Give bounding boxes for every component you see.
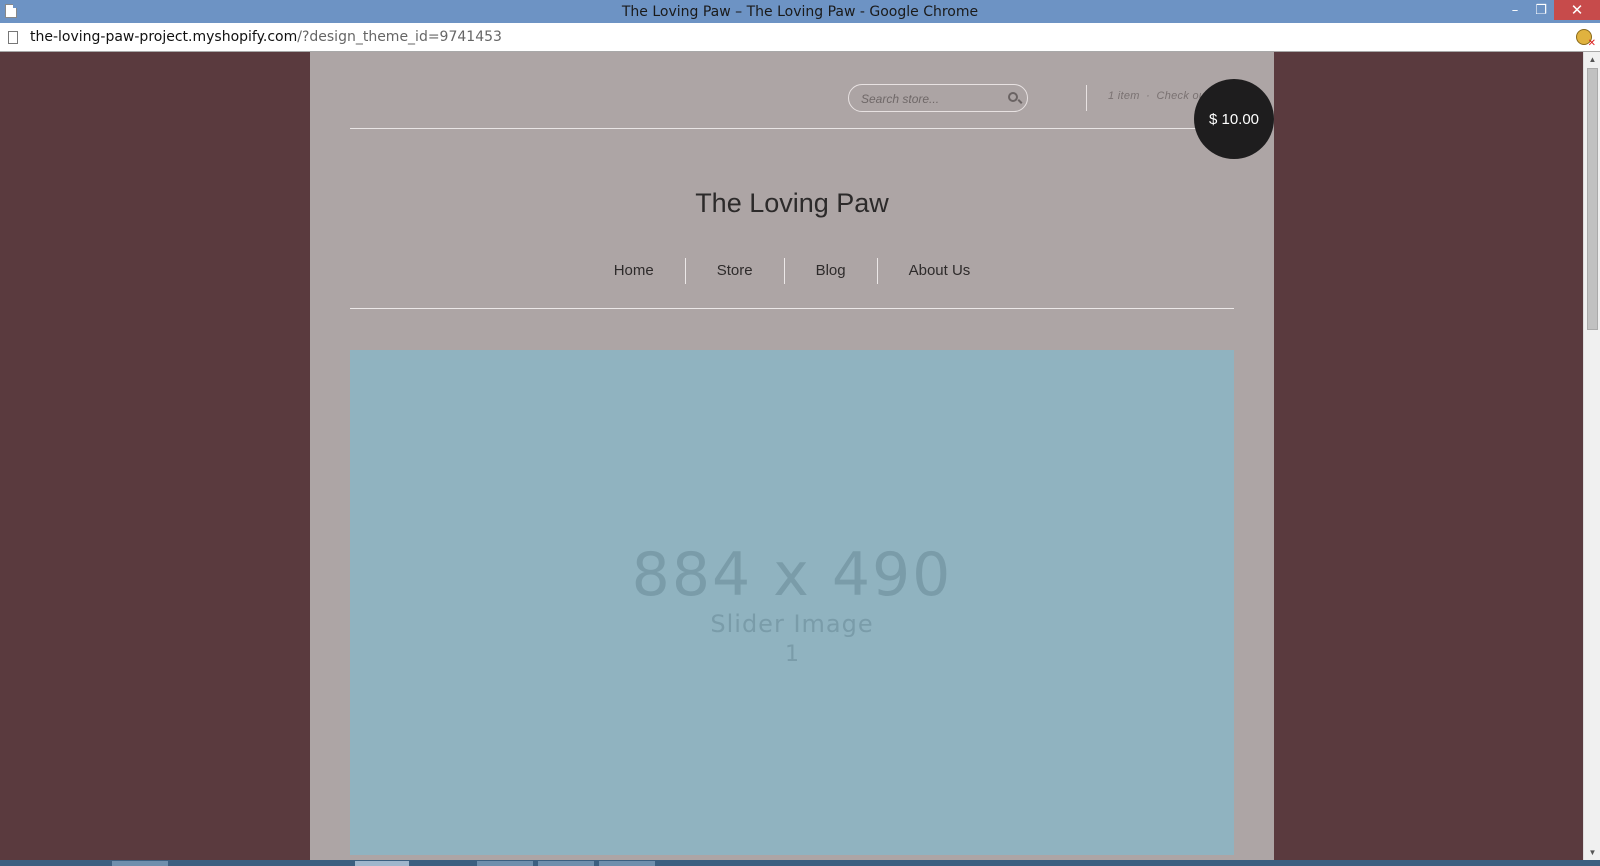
- slider-number: 1: [785, 642, 799, 667]
- search-icon[interactable]: [1008, 92, 1018, 102]
- taskbar: [0, 860, 1600, 866]
- address-bar[interactable]: the-loving-paw-project.myshopify.com /?d…: [0, 23, 1600, 52]
- store-page: 1 item · Check out $ 10.00 The Loving Pa…: [310, 52, 1274, 860]
- nav-divider: [350, 308, 1234, 309]
- cart-divider: [1086, 85, 1087, 111]
- main-nav: Home Store Blog About Us: [310, 258, 1274, 284]
- site-title[interactable]: The Loving Paw: [310, 188, 1274, 219]
- taskbar-item[interactable]: [599, 861, 655, 866]
- scroll-down-icon[interactable]: ▼: [1584, 845, 1600, 860]
- scrollbar[interactable]: ▲ ▼: [1583, 52, 1600, 860]
- scroll-up-icon[interactable]: ▲: [1584, 52, 1600, 67]
- cart-separator: ·: [1146, 90, 1151, 102]
- page-icon: [8, 30, 18, 44]
- slider-image[interactable]: 884 x 490 Slider Image 1: [350, 350, 1234, 855]
- url-host[interactable]: the-loving-paw-project.myshopify.com: [30, 29, 297, 45]
- search-box[interactable]: [848, 84, 1028, 112]
- scroll-thumb[interactable]: [1587, 68, 1598, 330]
- doc-icon: [5, 4, 17, 18]
- cart-info: 1 item · Check out: [1108, 90, 1209, 102]
- restore-button[interactable]: ❐: [1528, 0, 1554, 20]
- window-controls: – ❐ ✕: [1502, 0, 1600, 23]
- taskbar-item[interactable]: [477, 861, 533, 866]
- slider-dimensions: 884 x 490: [631, 540, 953, 610]
- url-path[interactable]: /?design_theme_id=9741453: [297, 29, 502, 45]
- minimize-button[interactable]: –: [1502, 0, 1528, 20]
- window-titlebar: The Loving Paw – The Loving Paw - Google…: [0, 0, 1600, 23]
- slider-label: Slider Image: [710, 610, 874, 638]
- taskbar-item[interactable]: [112, 861, 168, 866]
- nav-item-home[interactable]: Home: [583, 258, 685, 284]
- header-top: 1 item · Check out: [350, 52, 1234, 129]
- nav-item-about-us[interactable]: About Us: [876, 258, 1002, 284]
- extension-icon[interactable]: [1576, 29, 1596, 49]
- taskbar-item[interactable]: [538, 861, 594, 866]
- cart-item-count[interactable]: 1 item: [1108, 90, 1140, 102]
- search-input[interactable]: [861, 90, 1001, 108]
- nav-item-blog[interactable]: Blog: [783, 258, 877, 284]
- nav-item-store[interactable]: Store: [684, 258, 784, 284]
- close-button[interactable]: ✕: [1554, 0, 1600, 20]
- taskbar-item[interactable]: [355, 861, 409, 866]
- cart-total-badge[interactable]: $ 10.00: [1194, 79, 1274, 159]
- window-title: The Loving Paw – The Loving Paw - Google…: [621, 3, 979, 20]
